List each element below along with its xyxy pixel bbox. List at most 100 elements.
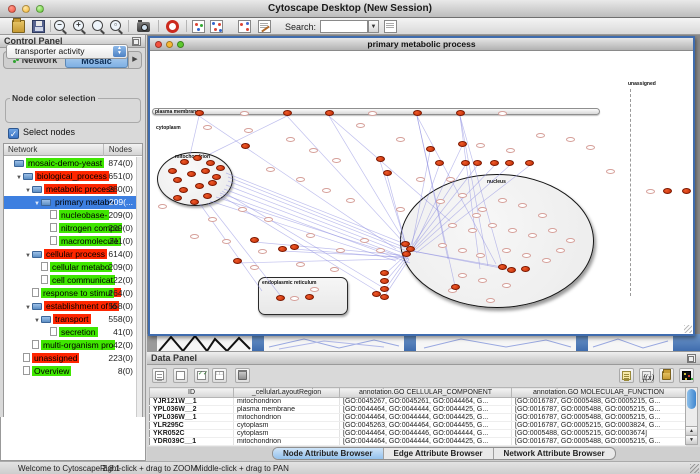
minimize-icon[interactable]	[22, 5, 30, 13]
snapshot-icon[interactable]	[137, 22, 150, 32]
select-attributes-icon[interactable]	[152, 368, 167, 383]
network-node[interactable]	[201, 168, 210, 174]
table-row[interactable]: YLR295Ccytoplasm[GO:0045263, GO:0044464,…	[150, 422, 686, 430]
network-node[interactable]	[173, 195, 182, 201]
network-node[interactable]	[180, 159, 189, 165]
network-node[interactable]	[168, 168, 177, 174]
network-node[interactable]	[525, 160, 534, 166]
window-maximize-icon[interactable]	[177, 41, 184, 48]
network-node[interactable]	[193, 155, 202, 161]
network-node[interactable]	[458, 141, 467, 147]
search-config-icon[interactable]	[384, 20, 397, 33]
network-node[interactable]	[283, 110, 292, 116]
tree-item[interactable]: response to stimul264(0)	[4, 287, 136, 300]
network-overview-icon[interactable]	[192, 20, 205, 33]
filter-icon[interactable]	[238, 20, 251, 33]
tree-item[interactable]: macromolecule311(0)	[4, 235, 136, 248]
tree-item[interactable]: multi-organism pro42(0)	[4, 339, 136, 352]
table-row[interactable]: YPL036W__2plasma membrane[GO:0044464, GO…	[150, 406, 686, 414]
tree-item[interactable]: ▼primary metabo209(...	[4, 196, 136, 209]
scrollbar-thumb[interactable]	[687, 389, 696, 409]
network-node[interactable]	[380, 270, 389, 276]
network-node[interactable]	[380, 278, 389, 284]
import-attributes-icon[interactable]	[659, 368, 674, 383]
open-icon[interactable]	[12, 20, 25, 33]
vizmapper-icon[interactable]	[210, 20, 223, 33]
zoom-in-icon[interactable]: +	[73, 20, 84, 31]
tab-node-attribute-browser[interactable]: Node Attribute Browser	[273, 448, 384, 459]
close-icon[interactable]	[8, 5, 16, 13]
network-node[interactable]	[402, 251, 411, 257]
table-column-header[interactable]: ID	[150, 388, 234, 398]
tree-scrollbar[interactable]	[136, 157, 142, 451]
tree-item[interactable]: nucleobase-209(0)	[4, 209, 136, 222]
network-node[interactable]	[187, 171, 196, 177]
help-icon[interactable]	[166, 20, 179, 33]
network-node[interactable]	[456, 110, 465, 116]
network-view-window[interactable]: primary metabolic process plasma membran…	[148, 36, 695, 336]
app-resize-grip[interactable]	[690, 464, 699, 473]
zoom-fit-icon[interactable]: ▫	[110, 20, 121, 31]
network-node[interactable]	[173, 177, 182, 183]
scroll-down-icon[interactable]: ▼	[686, 435, 697, 444]
tree-item[interactable]: secretion41(0)	[4, 326, 136, 339]
network-node[interactable]	[179, 187, 188, 193]
delete-attribute-icon[interactable]	[235, 368, 250, 383]
network-node[interactable]	[663, 188, 672, 194]
network-node[interactable]	[451, 284, 460, 290]
table-column-header[interactable]: _cellularLayoutRegion	[234, 388, 340, 398]
network-node[interactable]	[250, 237, 259, 243]
table-column-header[interactable]: annotation.GO MOLECULAR_FUNCTION	[512, 388, 686, 398]
attribute-list-icon[interactable]	[619, 368, 634, 383]
tree-item[interactable]: mosaic-demo-yeast874(0)	[4, 157, 136, 170]
window-resize-grip[interactable]	[684, 325, 692, 333]
network-node[interactable]	[195, 110, 204, 116]
maximize-icon[interactable]	[36, 5, 44, 13]
function-builder-icon[interactable]: f(x)	[639, 368, 654, 383]
attribute-matrix-icon[interactable]	[679, 368, 694, 383]
network-node[interactable]	[507, 267, 516, 273]
table-row[interactable]: YJR121W__1mitochondrion[GO:0045267, GO:0…	[150, 398, 686, 406]
table-row[interactable]: YDR039C__1mitochondrion[GO:0044464, GO:0…	[150, 438, 686, 446]
window-close-icon[interactable]	[155, 41, 162, 48]
tab-network-attribute-browser[interactable]: Network Attribute Browser	[494, 448, 615, 459]
table-column-header[interactable]: annotation.GO CELLULAR_COMPONENT	[340, 388, 512, 398]
tree-item[interactable]: ▼transport558(0)	[4, 313, 136, 326]
tab-overflow-icon[interactable]: ▶	[128, 52, 141, 68]
window-minimize-icon[interactable]	[166, 41, 173, 48]
network-node[interactable]	[461, 160, 470, 166]
tab-edge-attribute-browser[interactable]: Edge Attribute Browser	[384, 448, 494, 459]
network-node[interactable]	[208, 180, 217, 186]
network-node[interactable]	[505, 160, 514, 166]
select-nodes-checkbox[interactable]: ✓Select nodes	[8, 127, 75, 139]
tree-item[interactable]: nitrogen compo209(0)	[4, 222, 136, 235]
network-node[interactable]	[290, 244, 299, 250]
tree-item[interactable]: ▼metabolic process280(0)	[4, 183, 136, 196]
network-node[interactable]	[380, 286, 389, 292]
annotation-icon[interactable]	[258, 20, 271, 33]
float-panel-icon[interactable]	[687, 354, 696, 363]
table-row[interactable]: YKR052Ccytoplasm[GO:0044464, GO:0044446,…	[150, 430, 686, 438]
select-all-attributes-icon[interactable]: ✓✓	[194, 368, 209, 383]
network-node[interactable]	[305, 294, 314, 300]
unselect-all-attributes-icon[interactable]: □□	[212, 368, 227, 383]
network-node[interactable]	[241, 143, 250, 149]
network-node[interactable]	[203, 193, 212, 199]
network-node[interactable]	[276, 295, 285, 301]
network-node[interactable]	[195, 183, 204, 189]
network-node[interactable]	[190, 199, 199, 205]
network-node[interactable]	[380, 294, 389, 300]
network-node[interactable]	[426, 146, 435, 152]
network-node[interactable]	[325, 110, 334, 116]
zoom-out-icon[interactable]: −	[54, 20, 65, 31]
network-node[interactable]	[435, 160, 444, 166]
table-scrollbar[interactable]: ▲ ▼	[685, 387, 698, 445]
network-node[interactable]	[233, 258, 242, 264]
float-panel-icon[interactable]	[132, 37, 141, 46]
network-node[interactable]	[206, 160, 215, 166]
network-node[interactable]	[376, 156, 385, 162]
table-row[interactable]: YPL036W__1mitochondrion[GO:0044464, GO:0…	[150, 414, 686, 422]
tree-item[interactable]: ▼cellular process614(0)	[4, 248, 136, 261]
network-node[interactable]	[490, 160, 499, 166]
tree-item[interactable]: ▼biological_process651(0)	[4, 170, 136, 183]
